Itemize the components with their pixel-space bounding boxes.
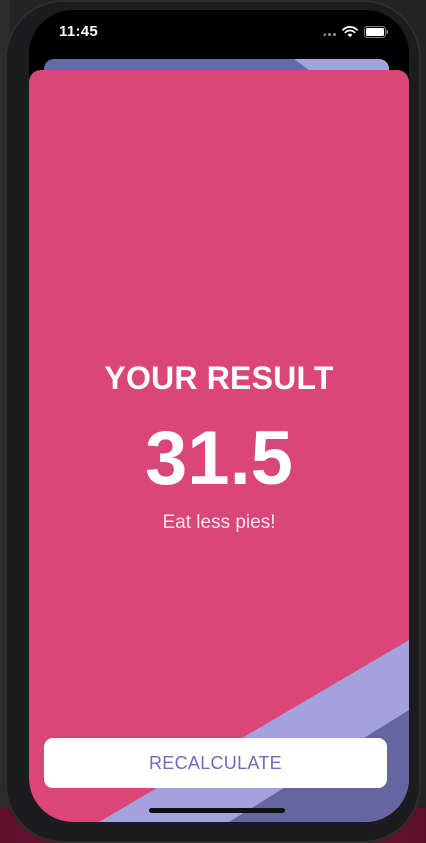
recalculate-button[interactable]: RECALCULATE [44, 738, 387, 788]
result-value: 31.5 [145, 416, 293, 501]
wifi-icon [342, 25, 358, 43]
battery-icon [364, 25, 389, 43]
notch [109, 10, 327, 44]
phone-frame: 11:45 YOUR RESULT 31.5 Eat less pies! RE… [5, 0, 421, 843]
phone-screen: 11:45 YOUR RESULT 31.5 Eat less pies! RE… [29, 10, 409, 822]
home-indicator[interactable] [149, 808, 285, 813]
status-time: 11:45 [59, 23, 99, 40]
status-icons [318, 25, 389, 43]
result-title: YOUR RESULT [104, 360, 334, 396]
result-advice: Eat less pies! [162, 512, 276, 533]
result-sheet: YOUR RESULT 31.5 Eat less pies! RECALCUL… [29, 70, 409, 822]
